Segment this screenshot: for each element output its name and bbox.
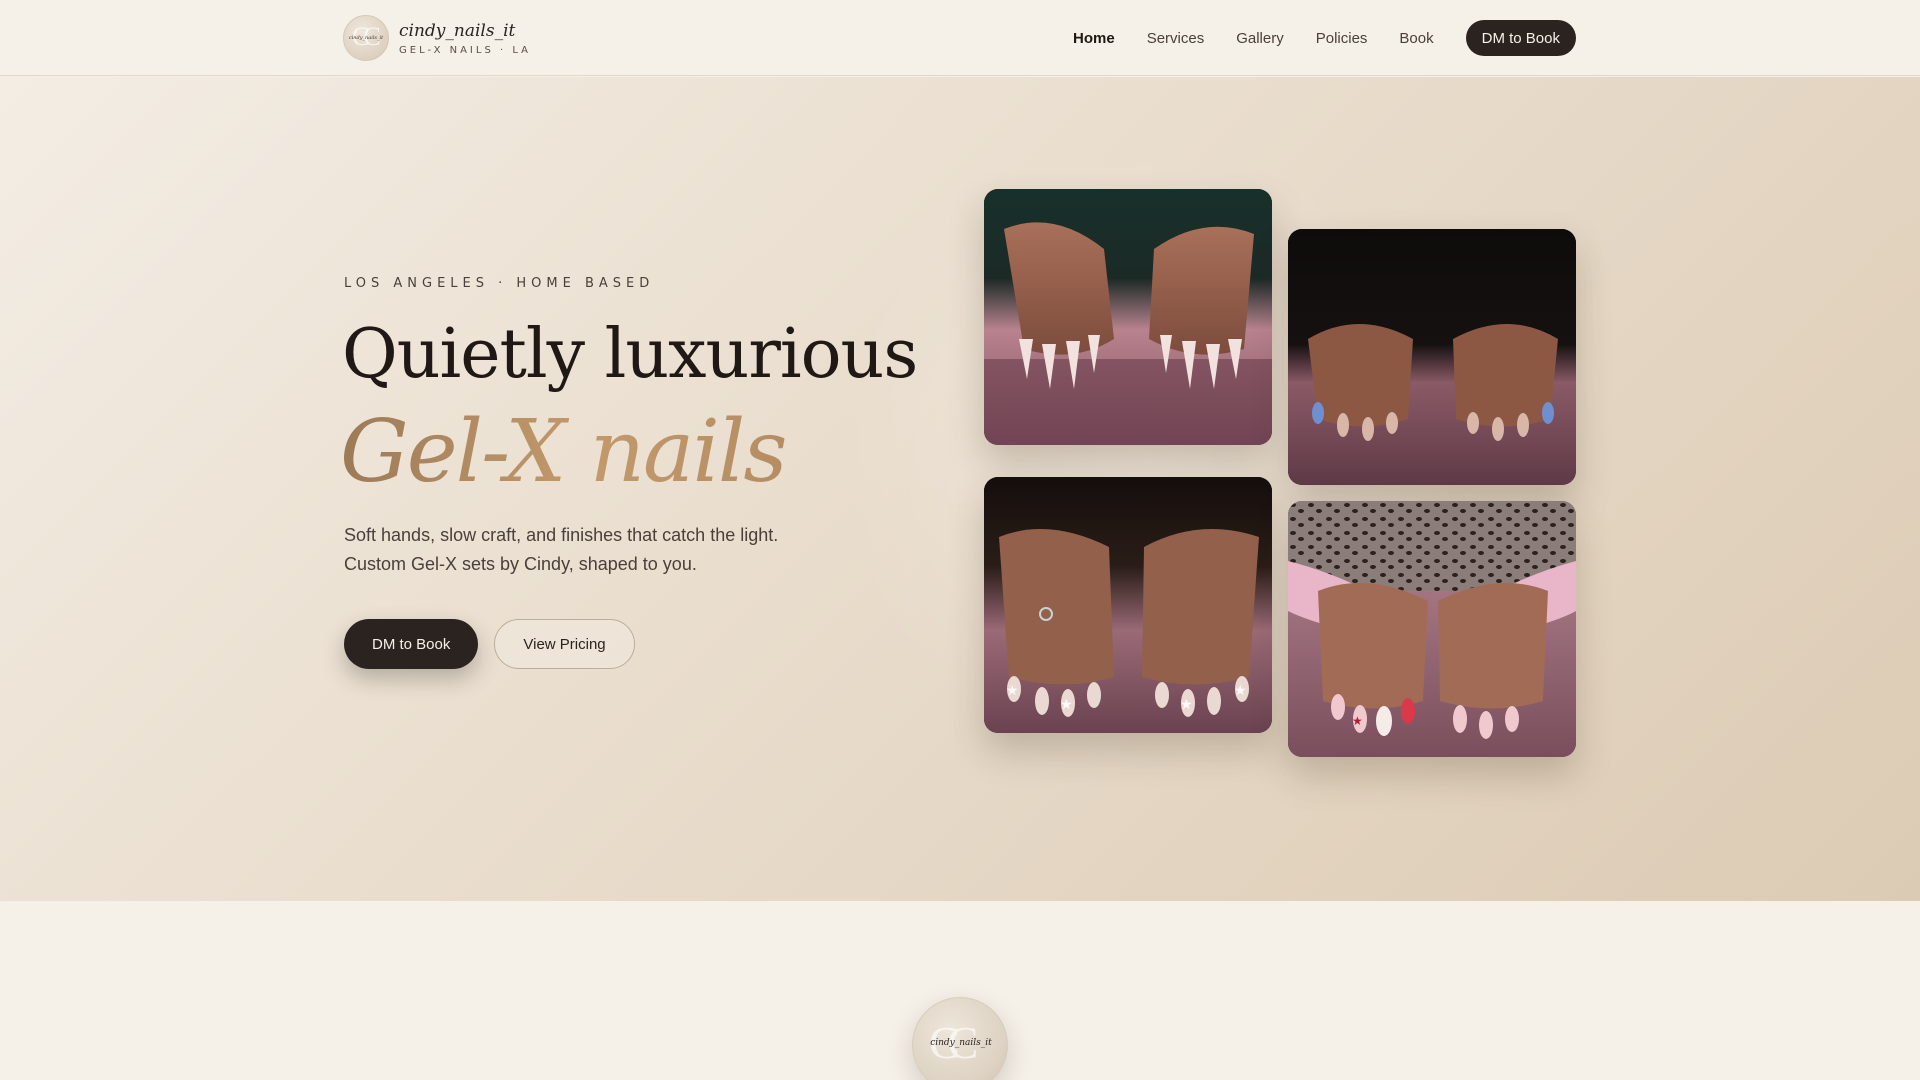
gallery-photo-2: [1288, 229, 1576, 485]
nav-dm-to-book-button[interactable]: DM to Book: [1465, 20, 1576, 56]
nav-gallery[interactable]: Gallery: [1236, 30, 1284, 47]
nav-home[interactable]: Home: [1073, 30, 1115, 47]
brand-logo-text: cindy_nails_it: [348, 35, 384, 41]
nav-policies[interactable]: Policies: [1316, 30, 1368, 47]
hero-eyebrow: LOS ANGELES · HOME BASED: [344, 276, 655, 291]
svg-text:★: ★: [1006, 683, 1019, 699]
main-nav: Home Services Gallery Policies Book DM t…: [1073, 20, 1576, 56]
site-header: CC cindy_nails_it cindy_nails_it GEL-X N…: [0, 0, 1920, 76]
brand[interactable]: CC cindy_nails_it cindy_nails_it GEL-X N…: [343, 15, 531, 61]
brand-tagline: GEL-X NAILS · LA: [399, 44, 531, 56]
hero-headline-script: Gel-X nails: [340, 397, 787, 507]
gallery-photo-3: ★ ★ ★ ★: [984, 477, 1272, 733]
section-logo-text: cindy_nails_it: [930, 1038, 992, 1048]
view-pricing-button[interactable]: View Pricing: [494, 619, 635, 669]
nails-photo-4-image: ★: [1288, 501, 1576, 757]
nav-services[interactable]: Services: [1147, 30, 1205, 47]
nav-book[interactable]: Book: [1399, 30, 1433, 47]
gallery-photo-4: ★: [1288, 501, 1576, 757]
dm-to-book-button[interactable]: DM to Book: [344, 619, 479, 669]
svg-text:★: ★: [1352, 714, 1363, 728]
section-logo: CC cindy_nails_it: [912, 997, 1008, 1080]
hero-buttons: DM to Book View Pricing: [344, 619, 635, 669]
about-section: CC cindy_nails_it: [0, 901, 1920, 1080]
nails-photo-3-image: ★ ★ ★ ★: [984, 477, 1272, 733]
nails-photo-1-image: [984, 189, 1272, 445]
svg-text:★: ★: [1180, 697, 1193, 713]
nails-photo-2-image: [1288, 229, 1576, 485]
brand-name: cindy_nails_it: [399, 20, 516, 41]
hero-headline: Quietly luxurious: [342, 315, 918, 394]
hero-lede: Soft hands, slow craft, and finishes tha…: [344, 525, 779, 574]
gallery-photo-1: [984, 189, 1272, 445]
brand-logo: CC cindy_nails_it: [343, 15, 389, 61]
hero-section: LOS ANGELES · HOME BASED Quietly luxurio…: [0, 77, 1920, 901]
svg-text:★: ★: [1060, 697, 1073, 713]
brand-text: cindy_nails_it GEL-X NAILS · LA: [399, 21, 531, 56]
svg-text:★: ★: [1234, 683, 1247, 699]
